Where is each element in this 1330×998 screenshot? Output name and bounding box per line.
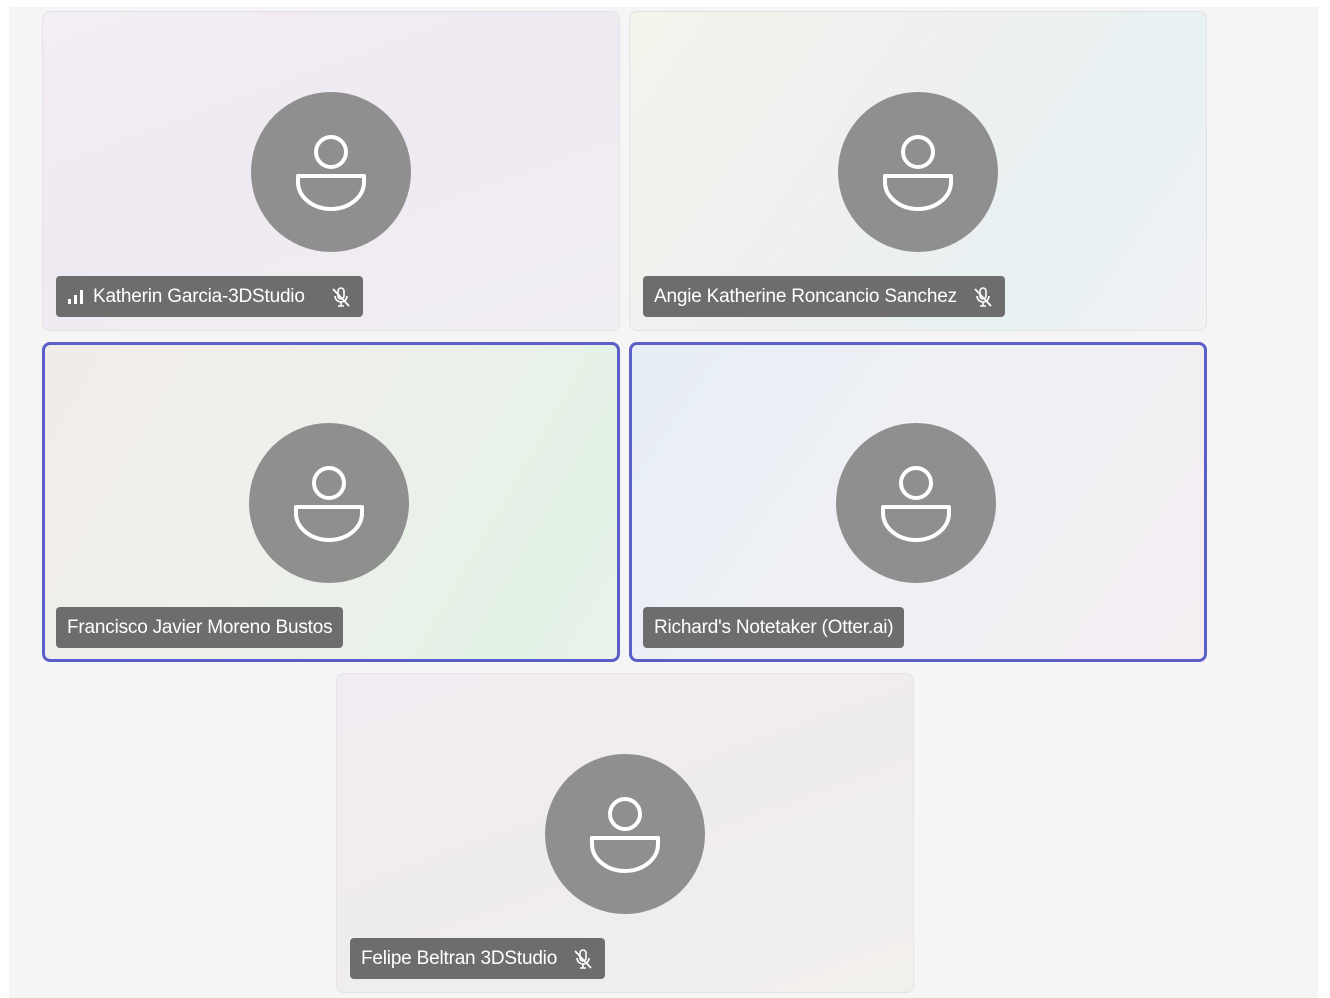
participant-tile-richard-notetaker[interactable]: Richard's Notetaker (Otter.ai) (629, 342, 1207, 662)
person-icon (584, 793, 666, 875)
participant-nameplate: Katherin Garcia-3DStudio (56, 276, 363, 317)
participant-name: Francisco Javier Moreno Bustos (67, 616, 333, 638)
signal-bars-icon (67, 289, 84, 305)
avatar (249, 423, 409, 583)
participant-nameplate: Angie Katherine Roncancio Sanchez (643, 276, 1005, 317)
avatar (838, 92, 998, 252)
participant-name: Felipe Beltran 3DStudio (361, 947, 558, 969)
mic-off-icon (572, 948, 594, 970)
avatar (545, 754, 705, 914)
participant-nameplate: Francisco Javier Moreno Bustos (56, 607, 344, 648)
participant-tile-felipe[interactable]: Felipe Beltran 3DStudio (336, 673, 914, 993)
participant-name: Richard's Notetaker (Otter.ai) (654, 616, 894, 638)
participant-nameplate: Richard's Notetaker (Otter.ai) (643, 607, 905, 648)
avatar (251, 92, 411, 252)
mic-off-icon (330, 286, 352, 308)
participant-name: Angie Katherine Roncancio Sanchez (654, 285, 957, 307)
participant-name: Katherin Garcia-3DStudio (93, 285, 305, 307)
person-icon (875, 462, 957, 544)
participant-tile-katherin[interactable]: Katherin Garcia-3DStudio (42, 11, 620, 331)
mic-off-icon (972, 286, 994, 308)
person-icon (288, 462, 370, 544)
participant-nameplate: Felipe Beltran 3DStudio (350, 938, 606, 979)
participant-tile-angie[interactable]: Angie Katherine Roncancio Sanchez (629, 11, 1207, 331)
avatar (836, 423, 996, 583)
participant-tile-francisco[interactable]: Francisco Javier Moreno Bustos (42, 342, 620, 662)
person-icon (877, 131, 959, 213)
person-icon (290, 131, 372, 213)
